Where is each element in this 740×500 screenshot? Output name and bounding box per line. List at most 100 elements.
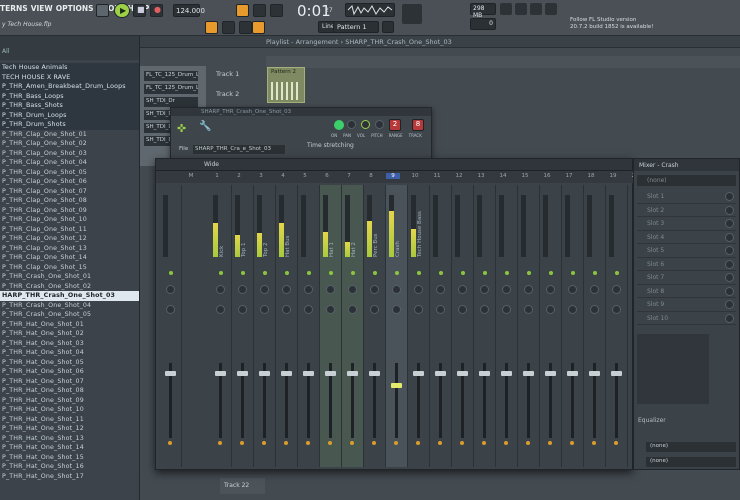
stereo-separation-knob[interactable] xyxy=(568,305,577,314)
strip-number[interactable]: 17 xyxy=(562,173,576,179)
pan-knob[interactable] xyxy=(282,285,291,294)
stereo-separation-knob[interactable] xyxy=(436,305,445,314)
stereo-separation-knob[interactable] xyxy=(480,305,489,314)
volume-fader[interactable] xyxy=(215,363,226,438)
fader-handle[interactable] xyxy=(611,371,622,376)
mixer-strip[interactable] xyxy=(298,185,320,467)
menu-patterns[interactable]: TERNS xyxy=(0,4,28,13)
mixer-strip[interactable] xyxy=(474,185,496,467)
strip-enable-led[interactable] xyxy=(351,271,355,275)
slot-mix-knob[interactable] xyxy=(725,232,734,242)
route-led[interactable] xyxy=(306,441,310,445)
pan-knob[interactable] xyxy=(326,285,335,294)
volume-fader[interactable] xyxy=(325,363,336,438)
strip-enable-led[interactable] xyxy=(241,271,245,275)
browser-item[interactable]: HARP_THR_Crash_One_Shot_03 xyxy=(0,291,139,301)
strip-number[interactable]: 7 xyxy=(342,173,356,179)
stereo-separation-knob[interactable] xyxy=(458,305,467,314)
browser-item[interactable]: P_THR_Clap_One_Shot_08 xyxy=(0,196,139,206)
slot-mix-knob[interactable] xyxy=(725,219,734,228)
pan-knob[interactable] xyxy=(347,120,356,129)
pencil-tool-button[interactable] xyxy=(252,21,265,34)
fader-handle[interactable] xyxy=(215,371,226,376)
browser-item[interactable]: P_THR_Clap_One_Shot_09 xyxy=(0,206,139,216)
browser-item[interactable]: P_THR_Hat_One_Shot_12 xyxy=(0,424,139,434)
route-led[interactable] xyxy=(218,441,222,445)
stereo-separation-knob[interactable] xyxy=(166,305,175,314)
strip-number[interactable]: 1 xyxy=(210,173,224,179)
route-led[interactable] xyxy=(416,441,420,445)
mixer-strip[interactable]: Kick xyxy=(210,185,232,467)
strip-enable-led[interactable] xyxy=(549,271,553,275)
browser-item[interactable]: P_THR_Hat_One_Shot_11 xyxy=(0,415,139,425)
pattern-select[interactable]: Pattern 1 xyxy=(333,21,379,33)
playlist-shortcut-icon[interactable] xyxy=(500,3,512,15)
strip-number[interactable]: 9 xyxy=(386,173,400,179)
fader-handle[interactable] xyxy=(457,371,468,376)
browser-item[interactable]: P_THR_Clap_One_Shot_04 xyxy=(0,158,139,168)
volume-fader[interactable] xyxy=(479,363,490,438)
route-led[interactable] xyxy=(570,441,574,445)
stereo-separation-knob[interactable] xyxy=(260,305,269,314)
mixer-strip[interactable]: Hat 2 xyxy=(342,185,364,467)
effect-slot[interactable]: Slot 9 xyxy=(637,298,736,312)
mixer-strip[interactable]: Hat 1 xyxy=(320,185,342,467)
pan-knob[interactable] xyxy=(502,285,511,294)
route-led[interactable] xyxy=(328,441,332,445)
volume-fader[interactable] xyxy=(413,363,424,438)
fader-handle[interactable] xyxy=(369,371,380,376)
route-led[interactable] xyxy=(526,441,530,445)
effect-slot[interactable]: Slot 7 xyxy=(637,271,736,285)
route-led[interactable] xyxy=(482,441,486,445)
browser-item[interactable]: P_THR_Hat_One_Shot_09 xyxy=(0,396,139,406)
browser-item[interactable]: P_THR_Clap_One_Shot_01 xyxy=(0,130,139,140)
stop-button[interactable]: ■ xyxy=(133,4,146,17)
volume-fader[interactable] xyxy=(303,363,314,438)
pan-knob[interactable] xyxy=(612,285,621,294)
volume-fader[interactable] xyxy=(589,363,600,438)
strip-enable-led[interactable] xyxy=(395,271,399,275)
strip-enable-led[interactable] xyxy=(461,271,465,275)
browser-item[interactable]: P_THR_Clap_One_Shot_07 xyxy=(0,187,139,197)
strip-number[interactable]: 10 xyxy=(408,173,422,179)
strip-number[interactable]: 18 xyxy=(584,173,598,179)
range-display[interactable]: 2 xyxy=(389,119,401,131)
stereo-separation-knob[interactable] xyxy=(546,305,555,314)
browser-item[interactable]: P_THR_Hat_One_Shot_02 xyxy=(0,329,139,339)
strip-enable-led[interactable] xyxy=(373,271,377,275)
volume-fader[interactable] xyxy=(259,363,270,438)
browser-item[interactable]: P_THR_Hat_One_Shot_14 xyxy=(0,443,139,453)
insert-select[interactable]: (none) xyxy=(637,175,736,186)
fader-handle[interactable] xyxy=(325,371,336,376)
mixer-strip[interactable] xyxy=(160,185,182,467)
volume-fader[interactable] xyxy=(237,363,248,438)
strip-enable-led[interactable] xyxy=(169,271,173,275)
mixer-strip[interactable] xyxy=(606,185,628,467)
typing-keyboard-button[interactable] xyxy=(205,21,218,34)
pan-knob[interactable] xyxy=(166,285,175,294)
stereo-separation-knob[interactable] xyxy=(238,305,247,314)
mixer-strip[interactable] xyxy=(430,185,452,467)
pan-knob[interactable] xyxy=(568,285,577,294)
volume-fader[interactable] xyxy=(523,363,534,438)
browser-item[interactable]: P_THR_Crash_One_Shot_05 xyxy=(0,310,139,320)
browser-item[interactable]: P_THR_Drum_Shots xyxy=(0,120,139,130)
mixer-strip[interactable]: Tech House Bass xyxy=(408,185,430,467)
mixer-shortcut-icon[interactable] xyxy=(545,3,557,15)
strip-enable-led[interactable] xyxy=(219,271,223,275)
volume-fader[interactable] xyxy=(611,363,622,438)
stereo-separation-knob[interactable] xyxy=(348,305,357,314)
add-pattern-button[interactable] xyxy=(382,21,394,33)
strip-number[interactable]: 11 xyxy=(430,173,444,179)
volume-fader[interactable] xyxy=(545,363,556,438)
timeline-ruler[interactable] xyxy=(266,56,740,68)
effect-slot[interactable]: Slot 8 xyxy=(637,285,736,298)
mixer-view-mode[interactable]: Wide xyxy=(204,161,219,168)
pattern-clip[interactable]: Pattern 2 xyxy=(267,67,305,103)
pat-song-toggle[interactable] xyxy=(96,4,109,17)
mixer-strip[interactable]: Hat Bus xyxy=(276,185,298,467)
fader-handle[interactable] xyxy=(347,371,358,376)
update-hint[interactable]: Follow FL Studio version 20.7.2 build 18… xyxy=(570,17,653,31)
effect-slot[interactable]: Slot 10 xyxy=(637,312,736,325)
strip-enable-led[interactable] xyxy=(593,271,597,275)
